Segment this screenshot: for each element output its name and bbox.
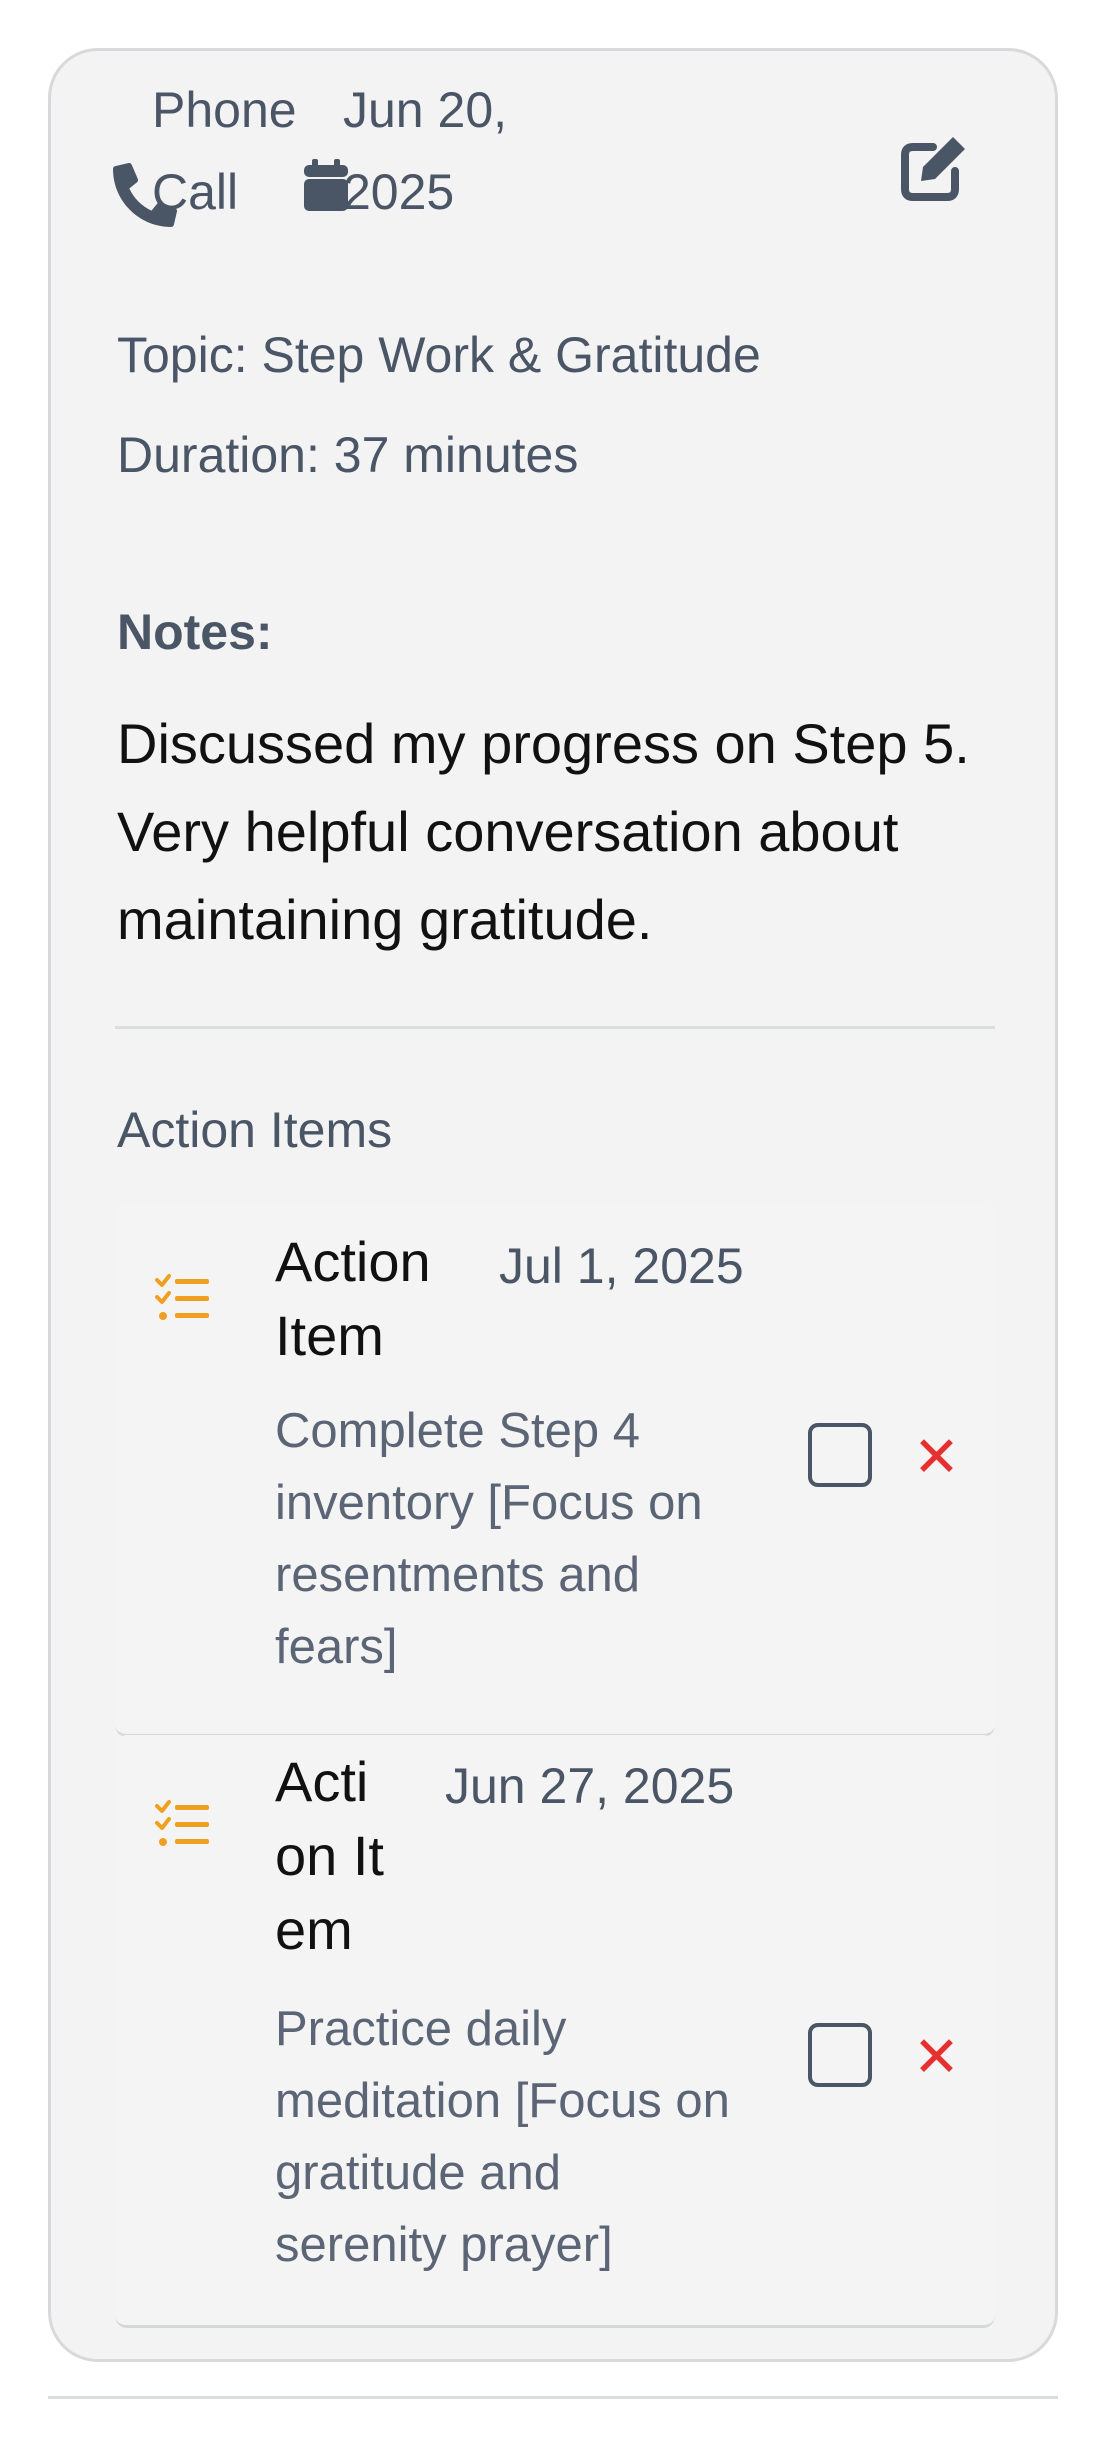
delete-icon[interactable]: ✕: [913, 1429, 960, 1485]
divider: [115, 1026, 995, 1029]
notes-label: Notes:: [117, 604, 273, 660]
action-item-title: Action Item: [275, 1230, 431, 1367]
action-item: Action Item Jun 27, 2025 Practice daily …: [115, 1735, 995, 2328]
call-topic: Topic: Step Work & Gratitude: [117, 327, 761, 383]
calendar-icon: [304, 159, 348, 211]
delete-icon[interactable]: ✕: [913, 2029, 960, 2085]
call-type: Phone Call: [152, 82, 297, 220]
bottom-divider: [48, 2396, 1058, 2399]
task-list-icon: [155, 1273, 211, 1323]
action-item: Action Item Jul 1, 2025 Complete Step 4 …: [115, 1205, 995, 1737]
action-item-date: Jul 1, 2025: [499, 1238, 744, 1294]
call-log-card: Phone Call Jun 20, 2025 Topic: Step Work…: [48, 48, 1058, 2362]
call-date: Jun 20, 2025: [343, 82, 508, 220]
edit-icon[interactable]: [897, 133, 969, 205]
task-list-icon: [155, 1799, 211, 1849]
action-item-title: Action Item: [275, 1750, 384, 1961]
checkbox[interactable]: [808, 2023, 872, 2087]
checkbox[interactable]: [808, 1423, 872, 1487]
action-item-date: Jun 27, 2025: [445, 1758, 735, 1814]
action-items-label: Action Items: [117, 1102, 393, 1158]
notes-text: Discussed my progress on Step 5. Very he…: [117, 712, 970, 951]
action-item-description: Complete Step 4 inventory [Focus on rese…: [275, 1404, 703, 1674]
action-item-description: Practice daily meditation [Focus on grat…: [275, 2002, 730, 2272]
call-duration: Duration: 37 minutes: [117, 427, 579, 483]
